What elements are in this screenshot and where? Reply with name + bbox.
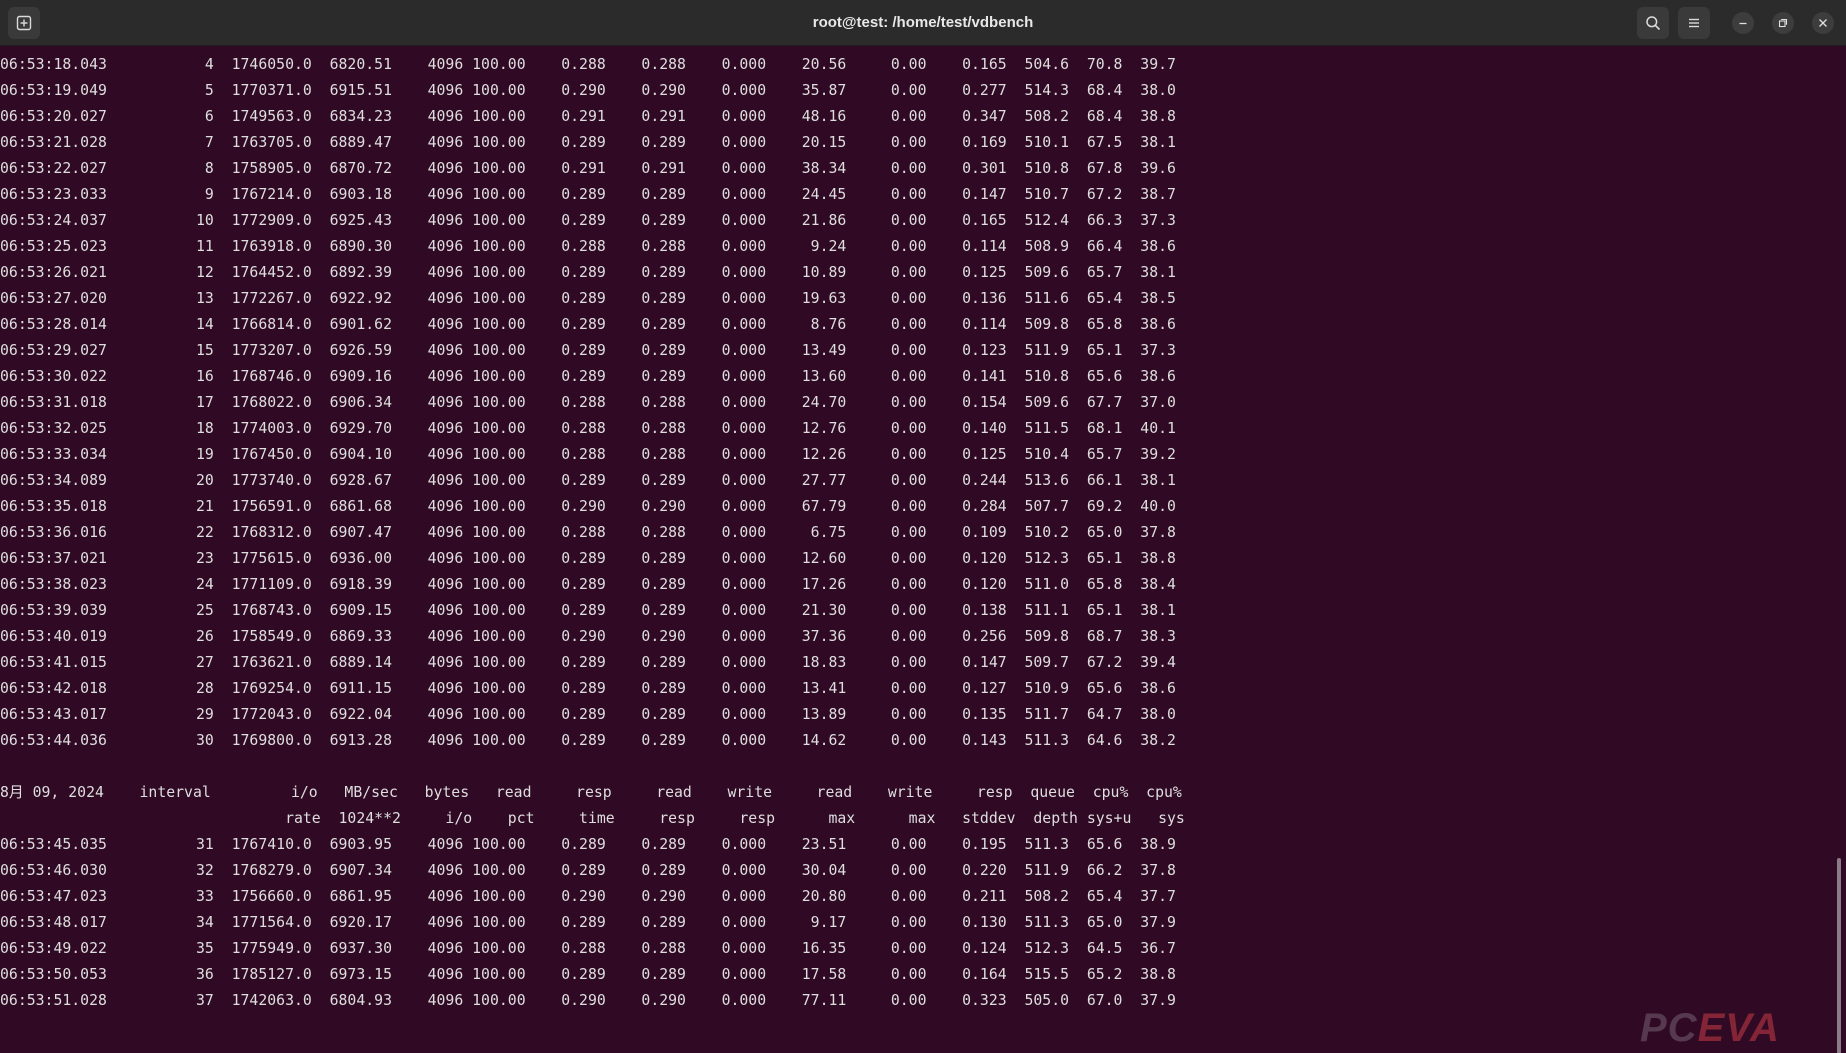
close-icon: [1819, 19, 1827, 27]
title-bar: root@test: /home/test/vdbench: [0, 0, 1846, 46]
terminal-output[interactable]: 06:53:18.043 4 1746050.0 6820.51 4096 10…: [0, 46, 1846, 1053]
terminal-line: 06:53:24.037 10 1772909.0 6925.43 4096 1…: [0, 212, 1176, 229]
terminal-line: 06:53:42.018 28 1769254.0 6911.15 4096 1…: [0, 680, 1176, 697]
restore-button[interactable]: [1772, 12, 1794, 34]
terminal-line: 06:53:38.023 24 1771109.0 6918.39 4096 1…: [0, 576, 1176, 593]
search-button[interactable]: [1637, 7, 1669, 39]
table-header-line: 8月 09, 2024 interval i/o MB/sec bytes re…: [0, 784, 1182, 801]
terminal-line: 06:53:28.014 14 1766814.0 6901.62 4096 1…: [0, 316, 1176, 333]
terminal-line: 06:53:27.020 13 1772267.0 6922.92 4096 1…: [0, 290, 1176, 307]
terminal-line: 06:53:43.017 29 1772043.0 6922.04 4096 1…: [0, 706, 1176, 723]
terminal-line: 06:53:37.021 23 1775615.0 6936.00 4096 1…: [0, 550, 1176, 567]
terminal-line: 06:53:50.053 36 1785127.0 6973.15 4096 1…: [0, 966, 1176, 983]
terminal-line: 06:53:22.027 8 1758905.0 6870.72 4096 10…: [0, 160, 1176, 177]
terminal-line: 06:53:21.028 7 1763705.0 6889.47 4096 10…: [0, 134, 1176, 151]
terminal-line: 06:53:49.022 35 1775949.0 6937.30 4096 1…: [0, 940, 1176, 957]
menu-button[interactable]: [1678, 7, 1710, 39]
terminal-line: 06:53:20.027 6 1749563.0 6834.23 4096 10…: [0, 108, 1176, 125]
search-icon: [1646, 16, 1661, 31]
terminal-line: 06:53:34.089 20 1773740.0 6928.67 4096 1…: [0, 472, 1176, 489]
terminal-line: 06:53:47.023 33 1756660.0 6861.95 4096 1…: [0, 888, 1176, 905]
scrollbar-thumb[interactable]: [1837, 858, 1841, 1053]
terminal-line: 06:53:26.021 12 1764452.0 6892.39 4096 1…: [0, 264, 1176, 281]
terminal-line: 06:53:32.025 18 1774003.0 6929.70 4096 1…: [0, 420, 1176, 437]
terminal-line: 06:53:35.018 21 1756591.0 6861.68 4096 1…: [0, 498, 1176, 515]
hamburger-menu-icon: [1689, 18, 1699, 28]
minimize-icon: [1739, 22, 1747, 25]
terminal-line: 06:53:29.027 15 1773207.0 6926.59 4096 1…: [0, 342, 1176, 359]
watermark-prefix: PC: [1640, 1006, 1698, 1050]
window-title: root@test: /home/test/vdbench: [812, 14, 1034, 31]
minimize-button[interactable]: [1732, 12, 1754, 34]
terminal-line: 06:53:44.036 30 1769800.0 6913.28 4096 1…: [0, 732, 1176, 749]
terminal-line: 06:53:41.015 27 1763621.0 6889.14 4096 1…: [0, 654, 1176, 671]
terminal-line: 06:53:48.017 34 1771564.0 6920.17 4096 1…: [0, 914, 1176, 931]
terminal-line: 06:53:45.035 31 1767410.0 6903.95 4096 1…: [0, 836, 1176, 853]
terminal-line: 06:53:19.049 5 1770371.0 6915.51 4096 10…: [0, 82, 1176, 99]
terminal-lines: 06:53:18.043 4 1746050.0 6820.51 4096 10…: [0, 52, 1185, 1014]
terminal-line: 06:53:18.043 4 1746050.0 6820.51 4096 10…: [0, 56, 1176, 73]
watermark-accent: EVA: [1697, 1006, 1780, 1050]
table-header-line: rate 1024**2 i/o pct time resp resp max …: [0, 810, 1185, 827]
terminal-line: 06:53:31.018 17 1768022.0 6906.34 4096 1…: [0, 394, 1176, 411]
terminal-line: 06:53:25.023 11 1763918.0 6890.30 4096 1…: [0, 238, 1176, 255]
terminal-line: 06:53:36.016 22 1768312.0 6907.47 4096 1…: [0, 524, 1176, 541]
terminal-line: 06:53:33.034 19 1767450.0 6904.10 4096 1…: [0, 446, 1176, 463]
watermark-logo: PCEVA: [1640, 1006, 1780, 1051]
close-button[interactable]: [1812, 12, 1834, 34]
terminal-line: 06:53:40.019 26 1758549.0 6869.33 4096 1…: [0, 628, 1176, 645]
terminal-line: 06:53:51.028 37 1742063.0 6804.93 4096 1…: [0, 992, 1176, 1009]
terminal-line: 06:53:23.033 9 1767214.0 6903.18 4096 10…: [0, 186, 1176, 203]
terminal-line: 06:53:30.022 16 1768746.0 6909.16 4096 1…: [0, 368, 1176, 385]
restore-icon: [1778, 18, 1788, 28]
terminal-line: 06:53:46.030 32 1768279.0 6907.34 4096 1…: [0, 862, 1176, 879]
terminal-line: 06:53:39.039 25 1768743.0 6909.15 4096 1…: [0, 602, 1176, 619]
